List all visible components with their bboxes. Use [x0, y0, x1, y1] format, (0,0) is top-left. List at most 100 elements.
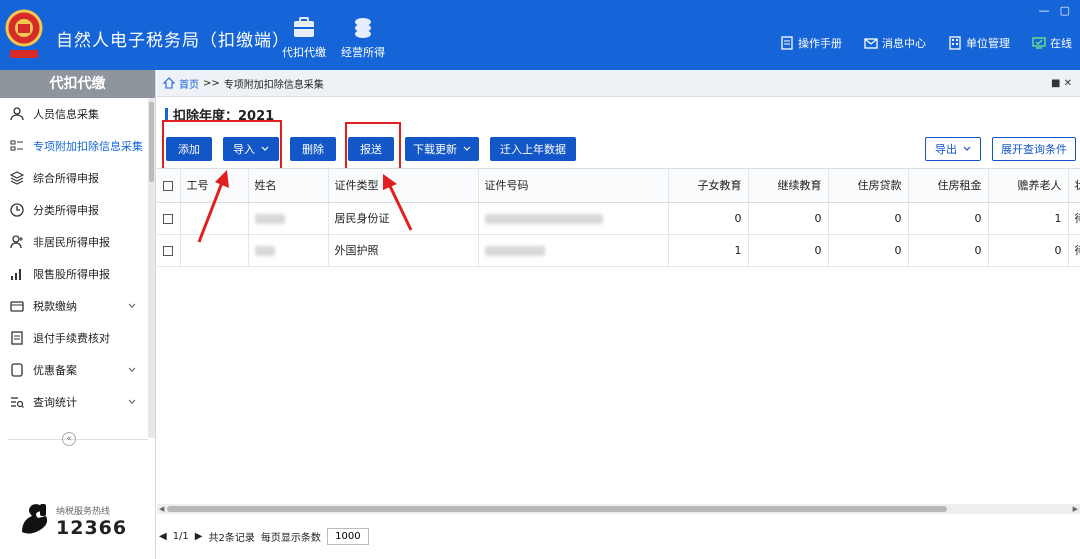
person-plus-icon — [10, 235, 23, 249]
annotation-arrow-import — [197, 170, 229, 243]
hotline-icon — [22, 504, 48, 534]
message-center-link[interactable]: 消息中心 — [864, 35, 926, 51]
sidebar-item-nonresident-income[interactable]: 非居民所得申报 — [0, 226, 155, 258]
download-update-button[interactable]: 下载更新 — [405, 137, 479, 161]
bar-chart-icon — [11, 269, 21, 280]
window-controls: — ▢ — [1039, 4, 1070, 17]
hotline: 纳税服务热线 12366 — [18, 502, 127, 540]
sidebar-item-restricted-stock[interactable]: 限售股所得申报 — [0, 258, 155, 290]
pagination: ◀ 1/1 ▶ 共2条记录 每页显示条数 — [159, 528, 369, 545]
chevron-down-icon — [463, 146, 471, 151]
message-icon — [864, 38, 878, 49]
hotline-label: 纳税服务热线 — [56, 506, 111, 517]
divider — [8, 439, 148, 440]
expand-query-button[interactable]: 展开查询条件 — [992, 137, 1076, 161]
collapse-sidebar-button[interactable]: « — [62, 432, 76, 446]
col-continuing-education[interactable]: 继续教育 — [748, 169, 829, 203]
sidebar-item-personnel-info[interactable]: 人员信息采集 — [0, 98, 155, 130]
scroll-left-icon[interactable]: ◀ — [159, 505, 164, 513]
top-right-links: 操作手册 消息中心 单位管理 在线 — [780, 35, 1072, 51]
sidebar-item-preferential-filing[interactable]: 优惠备案 — [0, 354, 155, 386]
breadcrumb-sep: >> — [203, 77, 220, 89]
col-name[interactable]: 姓名 — [248, 169, 329, 203]
cell-name-redacted — [248, 202, 329, 235]
person-icon — [10, 107, 24, 121]
cell-child-education: 1 — [668, 234, 749, 267]
sidebar-scrollbar[interactable] — [148, 98, 155, 438]
col-status[interactable]: 状态 — [1068, 169, 1080, 203]
chevron-down-icon — [128, 367, 136, 372]
migrate-last-year-button[interactable]: 迁入上年数据 — [490, 137, 576, 161]
app-title: 自然人电子税务局（扣缴端） — [56, 31, 290, 51]
scrollbar-thumb[interactable] — [167, 506, 947, 512]
unit-management-link[interactable]: 单位管理 — [948, 35, 1010, 51]
scrollbar-thumb[interactable] — [149, 102, 154, 182]
export-button[interactable]: 导出 — [925, 137, 981, 161]
cell-elderly-support: 1 — [988, 202, 1069, 235]
sidebar-item-classified-income[interactable]: 分类所得申报 — [0, 194, 155, 226]
topnav-business-income[interactable]: 经营所得 — [341, 16, 385, 60]
cell-housing-rent: 0 — [908, 234, 989, 267]
list-icon — [10, 140, 23, 151]
toolbar: 添加 导入 删除 报送 下载更新 迁入上年数据 导出 展开查询条件 — [157, 128, 1080, 168]
file-icon — [11, 363, 23, 377]
row-checkbox[interactable] — [157, 202, 181, 235]
sidebar-item-special-deduction[interactable]: 专项附加扣除信息采集 — [0, 130, 155, 162]
deduction-table: 工号 姓名 证件类型 证件号码 子女教育 继续教育 住房贷款 住房租金 赡养老人… — [157, 168, 1080, 508]
sidebar-item-comprehensive-income[interactable]: 综合所得申报 — [0, 162, 155, 194]
cell-child-education: 0 — [668, 202, 749, 235]
page-indicator: 1/1 — [172, 531, 189, 542]
table-row[interactable]: 外国护照 1 0 0 0 0 待报送 — [157, 234, 1080, 267]
main-content: 首页 >> 专项附加扣除信息采集 ■ ✕ 扣除年度：2021 添加 导入 删除 … — [157, 70, 1080, 559]
online-status[interactable]: 在线 — [1032, 35, 1072, 51]
sidebar-item-refund-fee-check[interactable]: 退付手续费核对 — [0, 322, 155, 354]
cell-elderly-support: 0 — [988, 234, 1069, 267]
total-records: 共2条记录 — [208, 533, 255, 544]
select-all-checkbox[interactable] — [157, 169, 181, 203]
breadcrumb-home[interactable]: 首页 — [179, 76, 199, 91]
restore-icon[interactable]: ▢ — [1060, 4, 1070, 17]
topnav-label: 代扣代缴 — [282, 46, 326, 59]
col-housing-rent[interactable]: 住房租金 — [908, 169, 989, 203]
horizontal-scrollbar[interactable]: ◀ ▶ — [157, 504, 1080, 514]
cell-id-type: 外国护照 — [328, 234, 479, 267]
sidebar-item-query-stats[interactable]: 查询统计 — [0, 386, 155, 418]
coins-icon — [355, 18, 371, 38]
sidebar-item-tax-payment[interactable]: 税款缴纳 — [0, 290, 155, 322]
annotation-arrow-report — [383, 174, 413, 231]
col-housing-loan[interactable]: 住房贷款 — [828, 169, 909, 203]
top-bar: 自然人电子税务局（扣缴端） 代扣代缴 经营所得 — ▢ 操作手册 消息中心 单位… — [0, 0, 1080, 70]
cell-status: 待报送 — [1068, 234, 1080, 267]
breadcrumb: 首页 >> 专项附加扣除信息采集 ■ ✕ — [157, 70, 1080, 97]
clock-icon — [10, 203, 24, 217]
highlight-add-import — [162, 120, 282, 171]
topnav-withholding[interactable]: 代扣代缴 — [282, 16, 326, 60]
close-tab-icon[interactable]: ■ ✕ — [1051, 78, 1072, 89]
cell-housing-loan: 0 — [828, 234, 909, 267]
cell-id-number-redacted — [478, 234, 669, 267]
cell-name-redacted — [248, 234, 329, 267]
highlight-report — [345, 122, 401, 173]
delete-button[interactable]: 删除 — [290, 137, 336, 161]
cell-continuing-education: 0 — [748, 234, 829, 267]
next-page-icon[interactable]: ▶ — [195, 531, 203, 542]
col-id-number[interactable]: 证件号码 — [478, 169, 669, 203]
per-page-input[interactable] — [326, 528, 369, 545]
minimize-icon[interactable]: — — [1039, 4, 1050, 17]
cell-housing-loan: 0 — [828, 202, 909, 235]
cell-id-number-redacted — [478, 202, 669, 235]
cell-status: 待报送 — [1068, 202, 1080, 235]
manual-link[interactable]: 操作手册 — [780, 35, 842, 51]
row-checkbox[interactable] — [157, 234, 181, 267]
breadcrumb-current: 专项附加扣除信息采集 — [223, 79, 324, 91]
table-row[interactable]: 居民身份证 0 0 0 0 1 待报送 — [157, 202, 1080, 235]
sidebar-title: 代扣代缴 — [0, 70, 155, 98]
scroll-right-icon[interactable]: ▶ — [1073, 505, 1078, 513]
col-elderly-support[interactable]: 赡养老人 — [988, 169, 1069, 203]
doc-icon — [11, 331, 23, 345]
prev-page-icon[interactable]: ◀ — [159, 531, 167, 542]
briefcase-icon — [294, 17, 314, 37]
cell-continuing-education: 0 — [748, 202, 829, 235]
col-child-education[interactable]: 子女教育 — [668, 169, 749, 203]
tax-emblem-icon — [5, 9, 43, 58]
